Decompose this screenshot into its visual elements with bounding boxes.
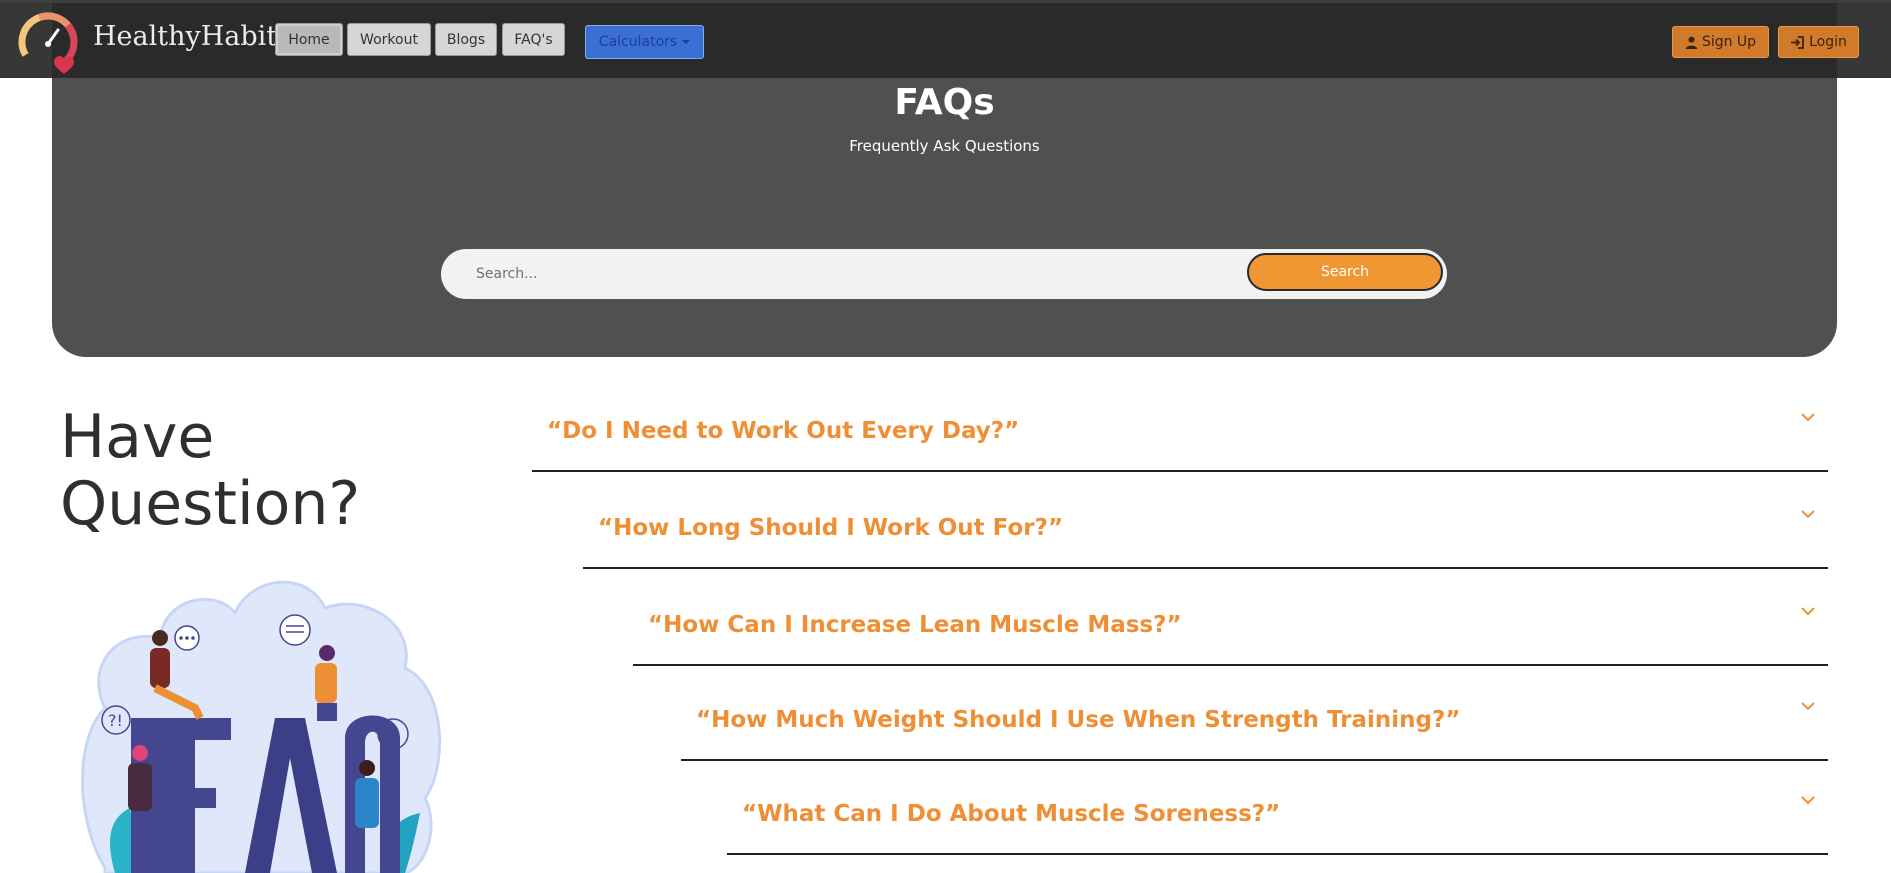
- nav-workout-button[interactable]: Workout: [347, 23, 431, 56]
- faq-item-1[interactable]: “Do I Need to Work Out Every Day?”: [532, 413, 1828, 472]
- bubble-mark-left: ?!: [108, 711, 123, 730]
- calculators-dropdown-button[interactable]: Calculators: [585, 25, 704, 59]
- faq-item-5[interactable]: “What Can I Do About Muscle Soreness?”: [727, 796, 1828, 855]
- chevron-down-icon[interactable]: [1800, 701, 1816, 711]
- chevron-down-icon[interactable]: [1800, 795, 1816, 805]
- user-icon: [1685, 36, 1698, 49]
- chevron-down-icon[interactable]: [1800, 509, 1816, 519]
- heading-line-1: Have: [60, 402, 215, 472]
- chevron-down-icon[interactable]: [1800, 412, 1816, 422]
- nav-blogs-button[interactable]: Blogs: [435, 23, 497, 56]
- login-button[interactable]: Login: [1778, 26, 1859, 58]
- chevron-down-icon[interactable]: [1800, 606, 1816, 616]
- nav-faqs-button[interactable]: FAQ's: [502, 23, 565, 56]
- caret-down-icon: [682, 40, 691, 44]
- sign-up-label: Sign Up: [1701, 34, 1757, 50]
- calculators-label: Calculators: [598, 34, 678, 50]
- search-bar: Search: [441, 249, 1447, 299]
- faq-item-4[interactable]: “How Much Weight Should I Use When Stren…: [681, 702, 1828, 761]
- faq-question-3: “How Can I Increase Lean Muscle Mass?”: [648, 612, 1182, 638]
- sign-up-button[interactable]: Sign Up: [1672, 26, 1769, 58]
- brand-name[interactable]: HealthyHabit: [93, 21, 277, 52]
- faq-question-2: “How Long Should I Work Out For?”: [598, 515, 1064, 541]
- login-icon: [1791, 35, 1805, 49]
- top-navbar: HealthyHabit Home Workout Blogs FAQ's Ca…: [0, 0, 1891, 78]
- search-button[interactable]: Search: [1247, 253, 1443, 291]
- logo-icon[interactable]: [18, 12, 82, 76]
- page-title: FAQs: [894, 82, 995, 123]
- nav-home-button[interactable]: Home: [275, 23, 343, 56]
- faq-question-5: “What Can I Do About Muscle Soreness?”: [742, 801, 1281, 827]
- heading-line-2: Question?: [60, 469, 361, 539]
- have-question-heading: Have Question?: [60, 404, 480, 538]
- faq-question-1: “Do I Need to Work Out Every Day?”: [547, 418, 1020, 444]
- page-subtitle: Frequently Ask Questions: [849, 137, 1040, 155]
- faq-item-3[interactable]: “How Can I Increase Lean Muscle Mass?”: [633, 607, 1828, 666]
- faq-item-2[interactable]: “How Long Should I Work Out For?”: [583, 510, 1828, 569]
- faq-question-4: “How Much Weight Should I Use When Stren…: [696, 707, 1461, 733]
- search-input[interactable]: [441, 249, 1221, 299]
- login-label: Login: [1809, 34, 1847, 50]
- bubble-mark-right: !!!: [378, 725, 397, 744]
- faq-illustration: ?! !!!: [81, 580, 441, 873]
